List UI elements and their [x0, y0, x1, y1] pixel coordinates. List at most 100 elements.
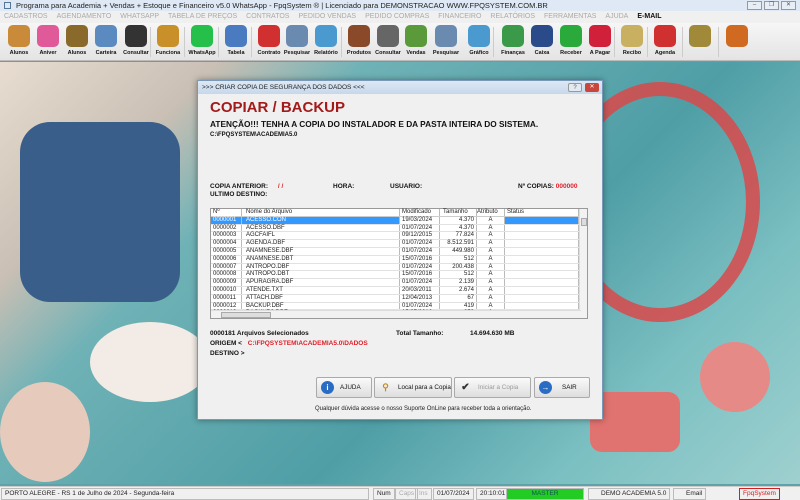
table-row[interactable]: 0000008 ANTROPO.DBT 15/07/2016 512 A [211, 271, 587, 280]
help-button[interactable]: ? [568, 83, 582, 92]
dialog-close-button[interactable]: ✕ [585, 83, 599, 92]
table-row[interactable]: 0000006 ANAMNESE.DBT 15/07/2016 512 A [211, 255, 587, 264]
toolbar-button[interactable]: Funciona [153, 25, 183, 59]
horizontal-scrollbar[interactable] [211, 310, 581, 318]
table-cell: ACESSO.CON [242, 216, 400, 224]
toolbar-label: Receber [560, 50, 582, 56]
toolbar-button[interactable]: Gráfico [464, 25, 494, 59]
menu-item[interactable]: RELATÓRIOS [490, 11, 535, 23]
toolbar-button[interactable]: Alunos [62, 25, 92, 59]
column-header[interactable]: Nº [211, 209, 242, 216]
table-row[interactable]: 0000005 ANAMNESE.DBF 01/07/2024 449.980 A [211, 247, 587, 256]
table-cell: AGCFAIFL [242, 232, 400, 240]
iniciar-label: Iniciar a Copia [478, 384, 519, 391]
ncopias-label: Nº COPIAS: [518, 183, 554, 190]
toolbar-label: Finanças [501, 50, 525, 56]
toolbar-button[interactable]: Alunos [4, 25, 34, 59]
restore-button[interactable]: ❐ [764, 1, 779, 10]
menu-item[interactable]: PEDIDO VENDAS [298, 11, 356, 23]
menu-item[interactable]: TABELA DE PREÇOS [168, 11, 237, 23]
menu-item[interactable]: AJUDA [605, 11, 628, 23]
toolbar-button[interactable]: A Pagar [585, 25, 615, 59]
toolbar-label: Funciona [155, 50, 181, 56]
table-row[interactable]: 0000010 ATENDE.TXT 20/03/2011 2.674 A [211, 286, 587, 295]
toolbar-button[interactable]: Aniver [33, 25, 63, 59]
toolbar-button[interactable]: Pesquisar [282, 25, 312, 59]
table-cell: 200.438 [440, 263, 477, 271]
menu-item[interactable]: FERRAMENTAS [544, 11, 596, 23]
toolbar-button[interactable]: Consultar [373, 25, 403, 59]
table-cell: A [477, 271, 505, 279]
toolbar-label: Carteira [95, 50, 117, 56]
menu-item[interactable]: CADASTROS [4, 11, 48, 23]
menu-item[interactable]: CONTRATOS [246, 11, 289, 23]
menu-item[interactable]: FINANCEIRO [438, 11, 481, 23]
toolbar-button[interactable]: Agenda [650, 25, 680, 59]
toolbar-label: Consultar [123, 50, 149, 56]
column-header[interactable]: Tamanho [440, 209, 477, 216]
close-button[interactable]: ✕ [781, 1, 796, 10]
table-row[interactable]: 0000009 APURAGRA.DBF 01/07/2024 2.139 A [211, 279, 587, 287]
copia-anterior-value: / / [277, 183, 284, 190]
column-header[interactable]: Atributo [477, 209, 505, 216]
status-bar: PORTO ALEGRE - RS 1 de Julho de 2024 - S… [0, 486, 800, 500]
table-cell: 12/04/2013 [400, 294, 440, 302]
column-header[interactable]: Status [505, 209, 579, 216]
toolbar-icon [66, 25, 88, 47]
toolbar-button[interactable]: Consultar [121, 25, 151, 59]
toolbar-button[interactable]: Recibo [617, 25, 647, 59]
table-row[interactable]: 0000002 ACESSO.DBF 01/07/2024 4.370 A [211, 224, 587, 233]
toolbar-icon [125, 25, 147, 47]
vertical-scrollbar[interactable] [579, 209, 587, 318]
table-cell [505, 302, 579, 310]
ajuda-button[interactable]: i AJUDA [316, 377, 372, 398]
toolbar-icon [468, 25, 490, 47]
menu-item[interactable]: WHATSAPP [120, 11, 159, 23]
status-email[interactable]: Email [673, 488, 707, 500]
sair-button[interactable]: → SAIR [534, 377, 590, 398]
toolbar-button[interactable]: Finanças [498, 25, 528, 59]
toolbar-button[interactable]: Vendas [401, 25, 431, 59]
toolbar-icon [8, 25, 30, 47]
table-cell: 0000001 [211, 216, 242, 224]
toolbar-button[interactable]: Relatório [311, 25, 341, 59]
toolbar-separator [493, 27, 494, 57]
column-header[interactable]: Nome do Arquivo [242, 209, 400, 216]
table-row[interactable]: 0000003 AGCFAIFL 09/12/2015 77.824 A [211, 232, 587, 241]
toolbar-separator [614, 27, 615, 57]
local-copia-button[interactable]: ⚲ Local para a Copia [374, 377, 452, 398]
menu-item[interactable]: AGENDAMENTO [57, 11, 112, 23]
table-cell: 0000003 [211, 232, 242, 240]
table-cell: 0000012 [211, 302, 242, 310]
origem-label: ORIGEM < [210, 340, 242, 347]
table-row[interactable]: 0000007 ANTROPO.DBF 01/07/2024 200.438 A [211, 263, 587, 272]
toolbar-button[interactable]: Produtos [344, 25, 374, 59]
toolbar-button[interactable] [685, 25, 715, 59]
toolbar-button[interactable]: Contrato [254, 25, 284, 59]
toolbar-button[interactable]: Caixa [527, 25, 557, 59]
toolbar-button[interactable]: WhatsApp [187, 25, 217, 59]
table-row[interactable]: 0000001 ACESSO.CON 19/03/2024 4.370 A [211, 216, 587, 225]
toolbar-separator [218, 27, 219, 57]
file-list[interactable]: Nº Nome do Arquivo Modificado Tamanho Atribu… [210, 208, 588, 319]
app-icon [4, 2, 11, 9]
table-cell: 0000005 [211, 247, 242, 255]
table-cell [505, 232, 579, 240]
toolbar-icon [689, 25, 711, 47]
minimize-button[interactable]: – [747, 1, 762, 10]
toolbar-separator [682, 27, 683, 57]
toolbar-button[interactable]: Receber [556, 25, 586, 59]
toolbar-button[interactable]: Carteira [91, 25, 121, 59]
menu-item[interactable]: PEDIDO COMPRAS [365, 11, 429, 23]
toolbar-button[interactable]: Tabela [221, 25, 251, 59]
toolbar-button[interactable]: Pesquisar [431, 25, 461, 59]
table-row[interactable]: 0000011 ATTACH.DBF 12/04/2013 67 A [211, 294, 587, 303]
iniciar-copia-button[interactable]: ✔ Iniciar a Copia [454, 377, 531, 398]
toolbar-button[interactable] [722, 25, 752, 59]
menu-item-email[interactable]: E-MAIL [637, 11, 661, 23]
toolbar-label: Agenda [654, 50, 676, 56]
column-header[interactable]: Modificado [400, 209, 440, 216]
checkmark-icon: ✔ [461, 382, 470, 393]
arrow-right-icon: → [539, 381, 552, 394]
table-row[interactable]: 0000004 AGENDA.DBF 01/07/2024 8.512.591 A [211, 240, 587, 248]
